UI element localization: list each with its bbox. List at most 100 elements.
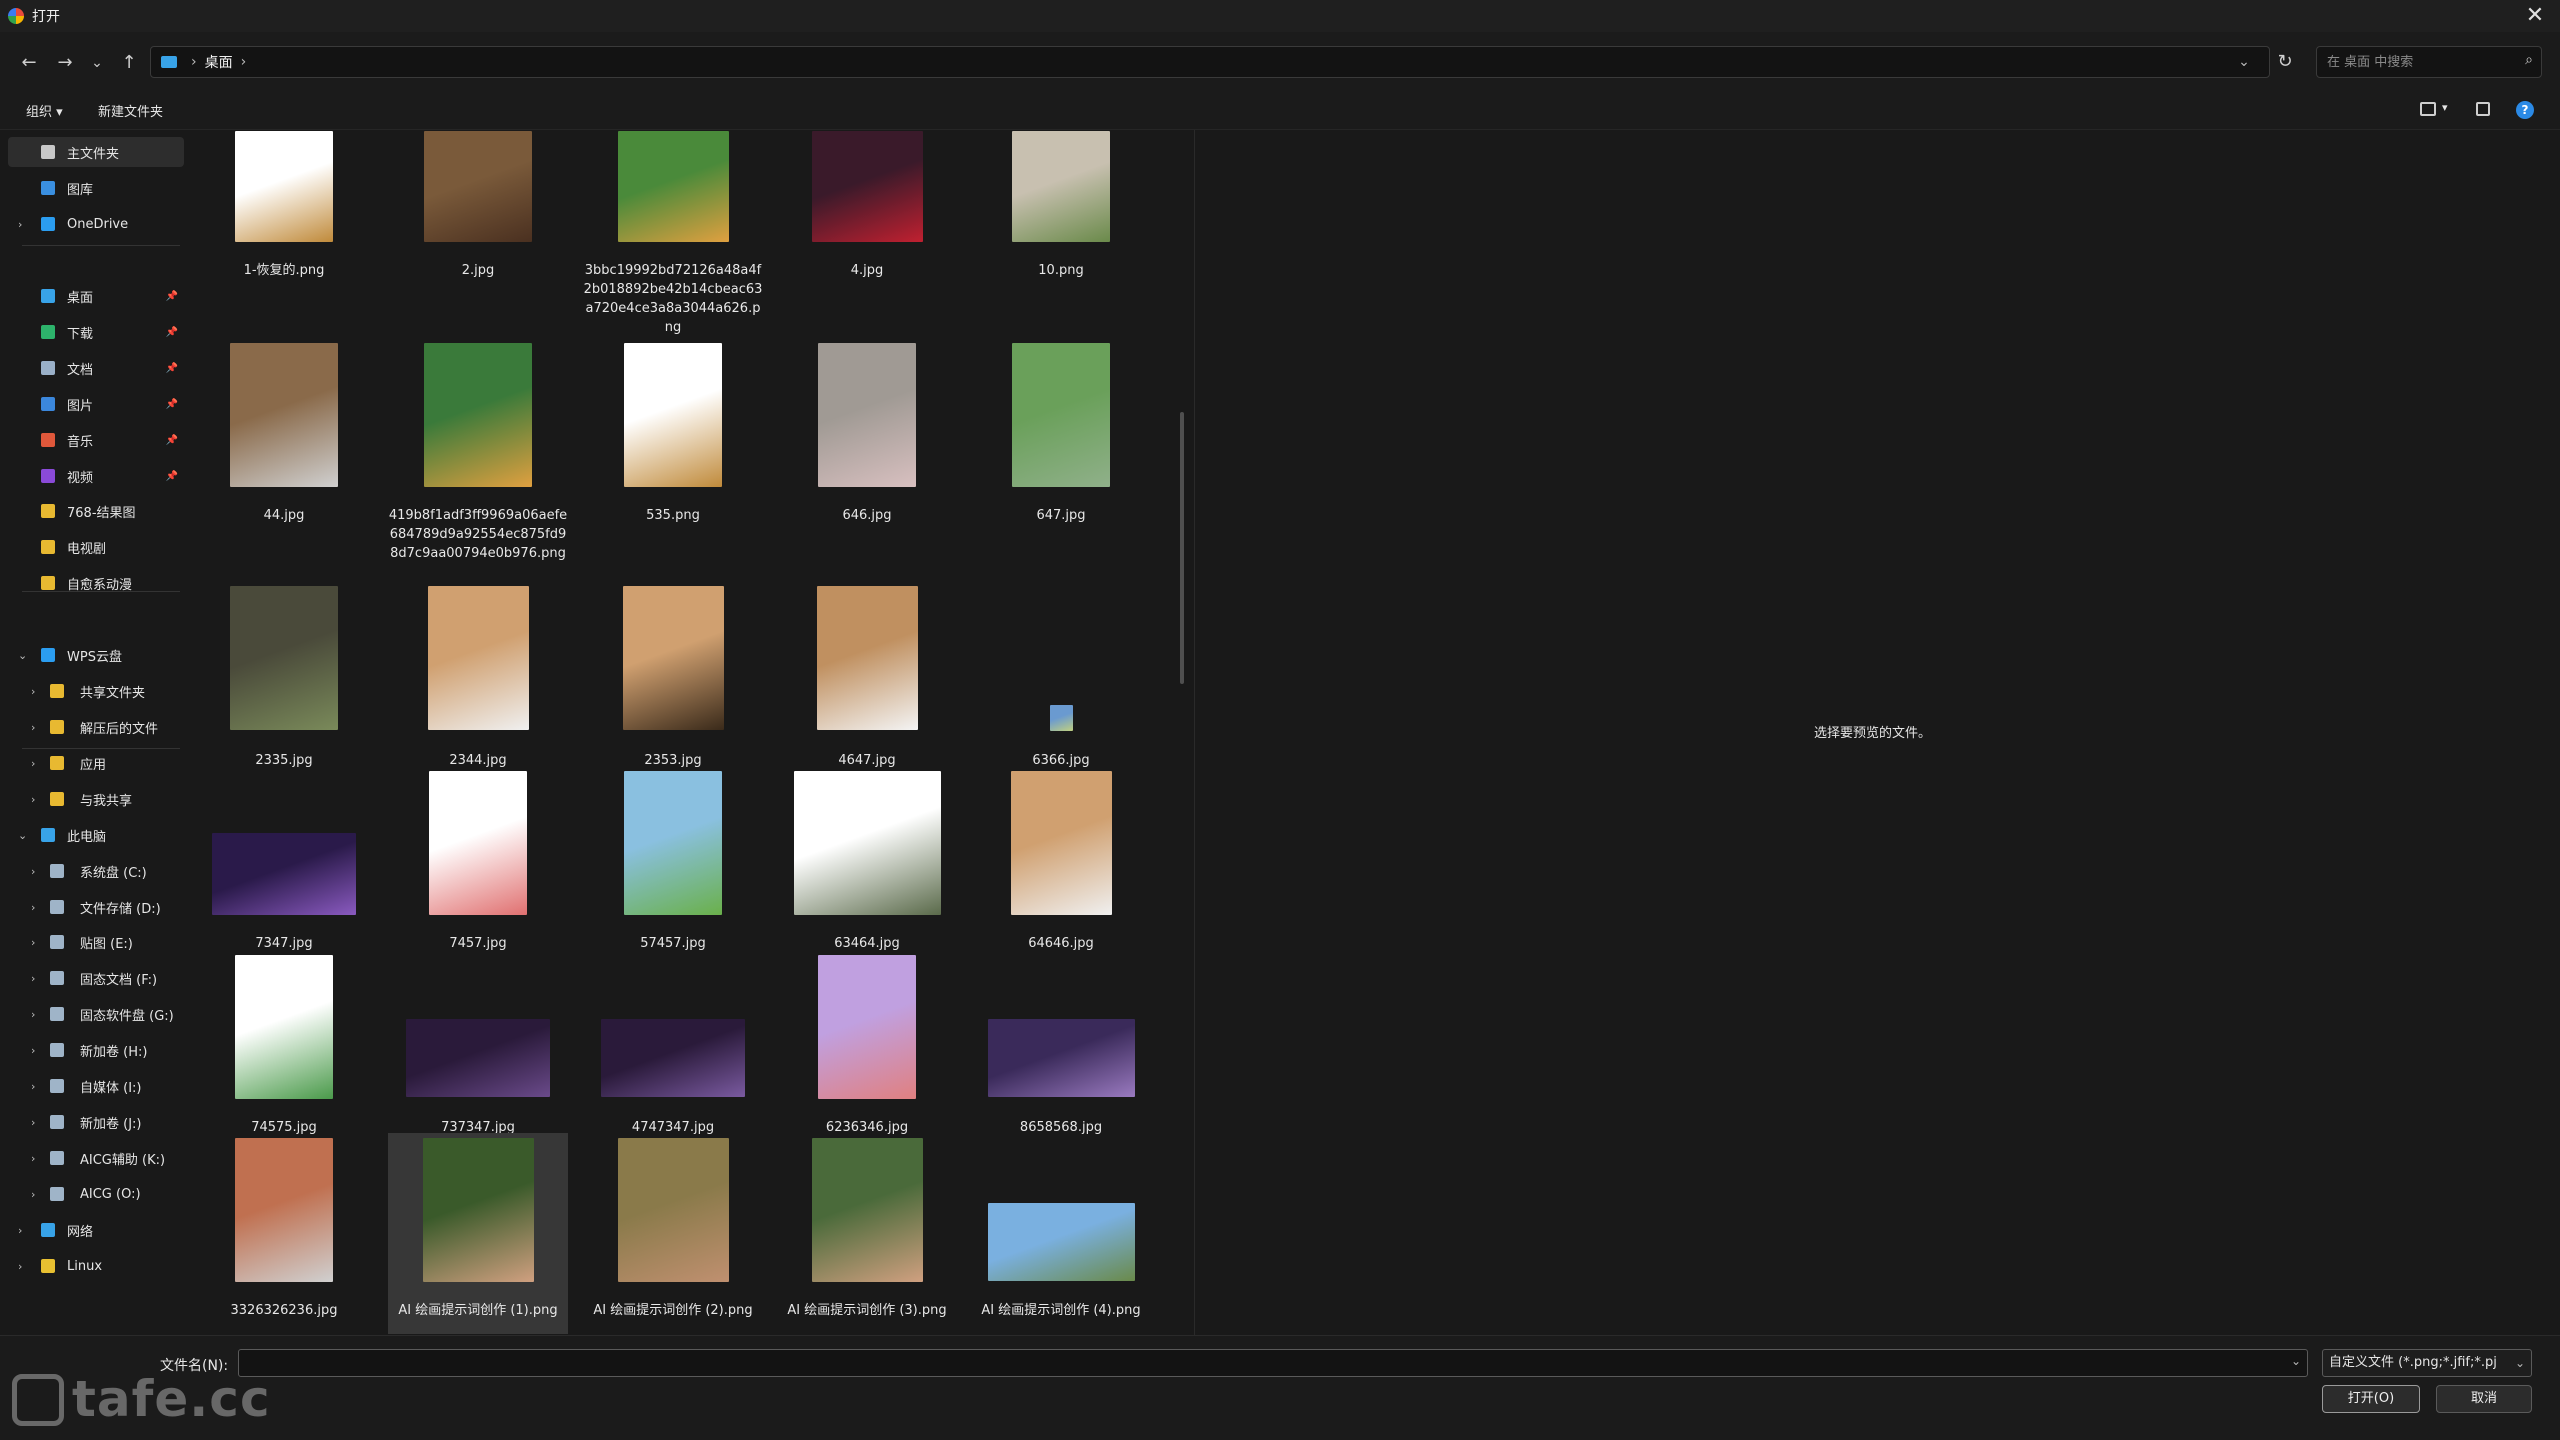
address-dropdown-chevron-icon[interactable]: ⌄	[2230, 46, 2258, 78]
up-arrow-icon[interactable]: ↑	[116, 50, 142, 76]
expanded-chevron-icon[interactable]: ⌄	[18, 829, 27, 842]
sidebar-item[interactable]: 图库	[8, 173, 184, 203]
file-item[interactable]: 3bbc19992bd72126a48a4f2b018892be42b14cbe…	[583, 131, 763, 341]
file-item[interactable]: 4747347.jpg	[583, 1019, 763, 1141]
file-item[interactable]: 419b8f1adf3ff9969a06aefe684789d9a92554ec…	[388, 343, 568, 586]
sidebar-item[interactable]: › 固态软件盘 (G:)	[8, 999, 184, 1029]
file-item[interactable]: 6236346.jpg	[777, 955, 957, 1141]
change-view-icon[interactable]	[2420, 102, 2436, 116]
help-icon[interactable]: ?	[2516, 101, 2534, 119]
file-item[interactable]: 535.png	[583, 343, 763, 529]
recent-locations-chevron-icon[interactable]: ⌄	[84, 50, 110, 76]
search-icon[interactable]: ⌕	[2525, 52, 2533, 68]
sidebar-item[interactable]: 电视剧	[8, 532, 184, 562]
sidebar-item[interactable]: › 应用	[8, 748, 184, 778]
file-item[interactable]: 646.jpg	[777, 343, 957, 529]
file-item[interactable]: 647.jpg	[971, 343, 1151, 529]
filter-dropdown-chevron-icon[interactable]: ⌄	[2515, 1350, 2525, 1376]
file-item[interactable]: AI 绘画提示词创作 (2).png	[583, 1138, 763, 1335]
file-item[interactable]: 2.jpg	[388, 131, 568, 284]
refresh-icon[interactable]: ↻	[2270, 46, 2300, 78]
sidebar-item[interactable]: 主文件夹	[8, 137, 184, 167]
file-item[interactable]: AI 绘画提示词创作 (4).png	[971, 1203, 1151, 1335]
sidebar-item[interactable]: › OneDrive	[8, 209, 184, 239]
file-item[interactable]: 63464.jpg	[777, 771, 957, 957]
sidebar-item[interactable]: › 网络	[8, 1215, 184, 1245]
cancel-button[interactable]: 取消	[2436, 1385, 2532, 1413]
file-item[interactable]: 2344.jpg	[388, 586, 568, 774]
file-item[interactable]: 3326326236.jpg	[194, 1138, 374, 1324]
expanded-chevron-icon[interactable]: ⌄	[18, 649, 27, 662]
collapsed-chevron-icon[interactable]: ›	[31, 1008, 35, 1021]
collapsed-chevron-icon[interactable]: ›	[31, 685, 35, 698]
breadcrumb-chevron-icon[interactable]: ›	[191, 54, 197, 70]
sidebar-item[interactable]: ⌄ WPS云盘	[8, 640, 184, 670]
collapsed-chevron-icon[interactable]: ›	[18, 1260, 22, 1273]
sidebar-item[interactable]: › 系统盘 (C:)	[8, 856, 184, 886]
file-item[interactable]: 7457.jpg	[388, 771, 568, 957]
collapsed-chevron-icon[interactable]: ›	[31, 1188, 35, 1201]
file-item[interactable]: 4647.jpg	[777, 586, 957, 774]
file-item[interactable]: AI 绘画提示词创作 (3).png	[777, 1138, 957, 1335]
sidebar-item[interactable]: 文档 📌	[8, 353, 184, 383]
sidebar-item[interactable]: › Linux	[8, 1251, 184, 1281]
organize-button[interactable]: 组织 ▾	[26, 101, 63, 120]
sidebar-item[interactable]: › 解压后的文件	[8, 712, 184, 742]
sidebar-item[interactable]: › 自媒体 (I:)	[8, 1071, 184, 1101]
collapsed-chevron-icon[interactable]: ›	[18, 218, 22, 231]
collapsed-chevron-icon[interactable]: ›	[31, 1152, 35, 1165]
search-box[interactable]: ⌕	[2316, 46, 2542, 78]
file-item[interactable]: 8658568.jpg	[971, 1019, 1151, 1141]
file-item[interactable]: 10.png	[971, 131, 1151, 284]
file-item[interactable]: 2335.jpg	[194, 586, 374, 774]
sidebar-item[interactable]: ⌄ 此电脑	[8, 820, 184, 850]
collapsed-chevron-icon[interactable]: ›	[31, 1044, 35, 1057]
file-item[interactable]: 44.jpg	[194, 343, 374, 529]
sidebar-item[interactable]: 音乐 📌	[8, 425, 184, 455]
sidebar-item[interactable]: 自愈系动漫	[8, 568, 184, 598]
forward-arrow-icon[interactable]: →	[52, 50, 78, 76]
sidebar-item[interactable]: › 与我共享	[8, 784, 184, 814]
file-item[interactable]: 2353.jpg	[583, 586, 763, 774]
file-item[interactable]: 4.jpg	[777, 131, 957, 284]
collapsed-chevron-icon[interactable]: ›	[31, 757, 35, 770]
file-item[interactable]: 64646.jpg	[971, 771, 1151, 957]
sidebar-item[interactable]: › 固态文档 (F:)	[8, 963, 184, 993]
sidebar-item[interactable]: › 新加卷 (H:)	[8, 1035, 184, 1065]
sidebar-item[interactable]: › AICG辅助 (K:)	[8, 1143, 184, 1173]
close-icon[interactable]: ✕	[2522, 3, 2548, 29]
collapsed-chevron-icon[interactable]: ›	[31, 1080, 35, 1093]
open-button[interactable]: 打开(O)	[2322, 1385, 2420, 1413]
sidebar-item[interactable]: 视频 📌	[8, 461, 184, 491]
collapsed-chevron-icon[interactable]: ›	[31, 1116, 35, 1129]
file-item[interactable]: 6366.jpg	[971, 705, 1151, 774]
sidebar-item[interactable]: › 新加卷 (J:)	[8, 1107, 184, 1137]
file-item[interactable]: 737347.jpg	[388, 1019, 568, 1141]
filename-field[interactable]: ⌄	[238, 1349, 2308, 1377]
file-list-scrollbar[interactable]	[1180, 412, 1184, 684]
file-item[interactable]: 74575.jpg	[194, 955, 374, 1141]
collapsed-chevron-icon[interactable]: ›	[31, 936, 35, 949]
filename-dropdown-chevron-icon[interactable]: ⌄	[2291, 1354, 2301, 1368]
sidebar-item[interactable]: 下载 📌	[8, 317, 184, 347]
file-item[interactable]: 57457.jpg	[583, 771, 763, 957]
back-arrow-icon[interactable]: ←	[16, 50, 42, 76]
sidebar-item[interactable]: 768-结果图	[8, 496, 184, 526]
sidebar-item[interactable]: › 共享文件夹	[8, 676, 184, 706]
collapsed-chevron-icon[interactable]: ›	[31, 901, 35, 914]
breadcrumb-desktop[interactable]: 桌面	[205, 52, 233, 72]
sidebar-item[interactable]: 图片 📌	[8, 389, 184, 419]
new-folder-button[interactable]: 新建文件夹	[98, 101, 163, 120]
pane-divider[interactable]	[1194, 130, 1195, 1335]
sidebar-item[interactable]: › 文件存储 (D:)	[8, 892, 184, 922]
collapsed-chevron-icon[interactable]: ›	[31, 865, 35, 878]
collapsed-chevron-icon[interactable]: ›	[31, 721, 35, 734]
view-dropdown-chevron-icon[interactable]: ▾	[2442, 101, 2448, 114]
file-type-filter[interactable]: 自定义文件 (*.png;*.jfif;*.pj ⌄	[2322, 1349, 2532, 1377]
sidebar-item[interactable]: › 贴图 (E:)	[8, 927, 184, 957]
file-item[interactable]: 7347.jpg	[194, 833, 374, 957]
collapsed-chevron-icon[interactable]: ›	[31, 793, 35, 806]
file-item[interactable]: AI 绘画提示词创作 (1).png	[388, 1133, 568, 1334]
collapsed-chevron-icon[interactable]: ›	[31, 972, 35, 985]
search-input[interactable]	[2317, 47, 2497, 77]
